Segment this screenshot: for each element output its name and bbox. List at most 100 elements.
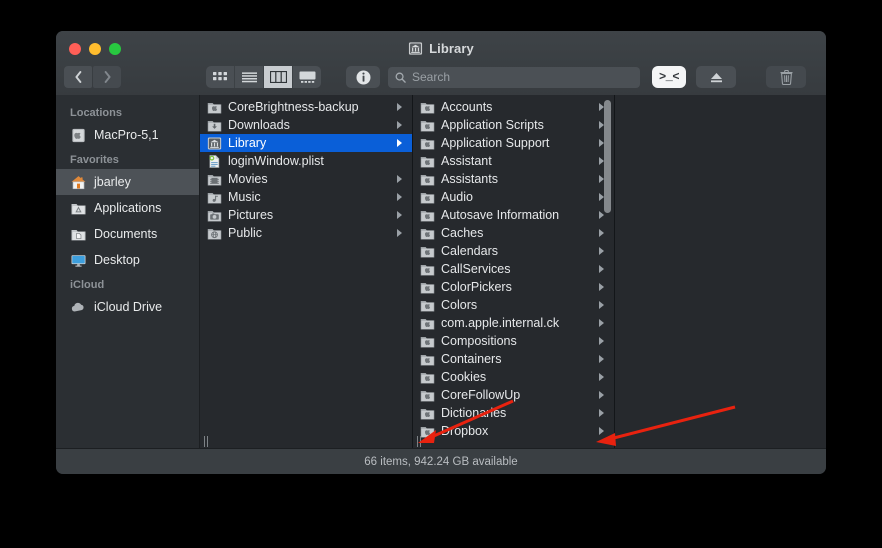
screen: Library Search >_< Locations MacPro-5,1 … bbox=[0, 0, 882, 548]
sidebar[interactable]: Locations MacPro-5,1 Favorites jbarley A… bbox=[56, 95, 200, 449]
sidebar-item-label: Documents bbox=[94, 227, 158, 241]
finder-window[interactable]: Library Search >_< Locations MacPro-5,1 … bbox=[56, 31, 826, 474]
macpro-icon bbox=[72, 128, 85, 142]
file-row-label: Assistants bbox=[441, 172, 498, 186]
music-folder-icon bbox=[207, 192, 222, 203]
file-row[interactable]: Containers bbox=[413, 350, 614, 368]
search-placeholder: Search bbox=[412, 70, 451, 84]
sidebar-item-jbarley[interactable]: jbarley bbox=[56, 169, 199, 195]
sidebar-item-applications[interactable]: Applications bbox=[56, 195, 199, 221]
downloads-folder-icon bbox=[207, 120, 222, 131]
disclosure-arrow-icon bbox=[599, 247, 609, 255]
toolbar: Search >_< bbox=[56, 60, 826, 94]
column-preview[interactable] bbox=[615, 95, 826, 449]
file-row[interactable]: Application Support bbox=[413, 134, 614, 152]
column-library[interactable]: Accounts Application Scripts Application S… bbox=[413, 95, 615, 449]
file-row-library[interactable]: Library bbox=[200, 134, 412, 152]
apple-folder-icon bbox=[420, 174, 435, 185]
icon-view-button[interactable] bbox=[206, 66, 235, 88]
file-row[interactable]: CallServices bbox=[413, 260, 614, 278]
file-row[interactable]: CoreFollowUp bbox=[413, 386, 614, 404]
apple-folder-icon bbox=[420, 120, 435, 131]
disclosure-arrow-icon bbox=[397, 121, 407, 129]
file-row-downloads[interactable]: Downloads bbox=[200, 116, 412, 134]
library-building-icon bbox=[207, 137, 222, 149]
file-row[interactable]: Assistant bbox=[413, 152, 614, 170]
apple-folder-icon bbox=[420, 156, 435, 167]
file-row-label: Movies bbox=[228, 172, 268, 186]
sidebar-section-icloud-header: iCloud bbox=[70, 279, 105, 291]
file-row-pictures[interactable]: Pictures bbox=[200, 206, 412, 224]
column-home[interactable]: CoreBrightness-backup Downloads Library … bbox=[200, 95, 413, 449]
window-titlebar[interactable]: Library Search >_< bbox=[56, 31, 826, 96]
sidebar-item-documents[interactable]: Documents bbox=[56, 221, 199, 247]
trash-button[interactable] bbox=[766, 66, 806, 88]
file-row[interactable]: Application Scripts bbox=[413, 116, 614, 134]
eject-icon bbox=[710, 72, 722, 82]
column-resize-handle-2[interactable] bbox=[415, 436, 423, 447]
file-row[interactable]: Assistants bbox=[413, 170, 614, 188]
file-row-music[interactable]: Music bbox=[200, 188, 412, 206]
file-row[interactable]: Calendars bbox=[413, 242, 614, 260]
file-row-label: Caches bbox=[441, 226, 484, 240]
file-row[interactable]: Accounts bbox=[413, 98, 614, 116]
column-view-area: CoreBrightness-backup Downloads Library … bbox=[200, 95, 826, 449]
terminal-button[interactable]: >_< bbox=[652, 66, 686, 88]
minimize-button[interactable] bbox=[89, 43, 101, 55]
back-button[interactable] bbox=[64, 66, 92, 88]
disclosure-arrow-icon bbox=[599, 283, 609, 291]
apple-folder-icon bbox=[207, 102, 222, 113]
file-row-label: Containers bbox=[441, 352, 502, 366]
file-row-label: Music bbox=[228, 190, 261, 204]
file-row[interactable]: ColorPickers bbox=[413, 278, 614, 296]
file-row[interactable]: Cookies bbox=[413, 368, 614, 386]
trash-icon bbox=[779, 69, 793, 85]
file-row[interactable]: Dropbox bbox=[413, 422, 614, 440]
search-icon bbox=[395, 72, 406, 83]
file-row[interactable]: com.apple.internal.ck bbox=[413, 314, 614, 332]
plist-file-icon bbox=[209, 154, 220, 168]
disclosure-arrow-icon bbox=[599, 427, 609, 435]
file-row[interactable]: Colors bbox=[413, 296, 614, 314]
search-field[interactable]: Search bbox=[388, 66, 640, 88]
gallery-view-button[interactable] bbox=[293, 66, 321, 88]
sidebar-item-icloud-drive[interactable]: iCloud Drive bbox=[56, 294, 199, 320]
list-view-button[interactable] bbox=[235, 66, 264, 88]
sidebar-item-desktop[interactable]: Desktop bbox=[56, 247, 199, 273]
apple-folder-icon bbox=[420, 300, 435, 311]
zoom-button[interactable] bbox=[109, 43, 121, 55]
file-row-label: Audio bbox=[441, 190, 473, 204]
file-row-movies[interactable]: Movies bbox=[200, 170, 412, 188]
file-row-label: Dictionaries bbox=[441, 406, 507, 420]
file-row[interactable]: Dictionaries bbox=[413, 404, 614, 422]
file-row-corebrightness-backup[interactable]: CoreBrightness-backup bbox=[200, 98, 412, 116]
sidebar-item-macpro[interactable]: MacPro-5,1 bbox=[56, 122, 199, 148]
column-view-button[interactable] bbox=[264, 66, 293, 88]
file-row-label: CoreFollowUp bbox=[441, 388, 521, 402]
apple-folder-icon bbox=[420, 210, 435, 221]
apple-folder-icon bbox=[420, 138, 435, 149]
column-resize-handle-1[interactable] bbox=[202, 436, 210, 447]
column-scrollbar[interactable] bbox=[604, 100, 611, 213]
forward-button[interactable] bbox=[93, 66, 121, 88]
file-row-public[interactable]: Public bbox=[200, 224, 412, 242]
disclosure-arrow-icon bbox=[599, 355, 609, 363]
file-row-loginwindow-plist[interactable]: loginWindow.plist bbox=[200, 152, 412, 170]
file-row-label: Downloads bbox=[228, 118, 290, 132]
file-row[interactable]: Compositions bbox=[413, 332, 614, 350]
status-bar-text: 66 items, 942.24 GB available bbox=[364, 455, 518, 468]
close-button[interactable] bbox=[69, 43, 81, 55]
eject-button[interactable] bbox=[696, 66, 736, 88]
cloud-icon bbox=[71, 302, 84, 311]
file-row[interactable]: Autosave Information bbox=[413, 206, 614, 224]
sidebar-item-label: Applications bbox=[94, 201, 162, 215]
info-button[interactable] bbox=[346, 66, 380, 88]
sidebar-item-label: Desktop bbox=[94, 253, 140, 267]
file-row[interactable]: Caches bbox=[413, 224, 614, 242]
apple-folder-icon bbox=[420, 192, 435, 203]
file-row-label: Colors bbox=[441, 298, 478, 312]
file-row[interactable]: Audio bbox=[413, 188, 614, 206]
movies-folder-icon bbox=[207, 174, 222, 185]
disclosure-arrow-icon bbox=[599, 319, 609, 327]
file-row-label: Calendars bbox=[441, 244, 498, 258]
